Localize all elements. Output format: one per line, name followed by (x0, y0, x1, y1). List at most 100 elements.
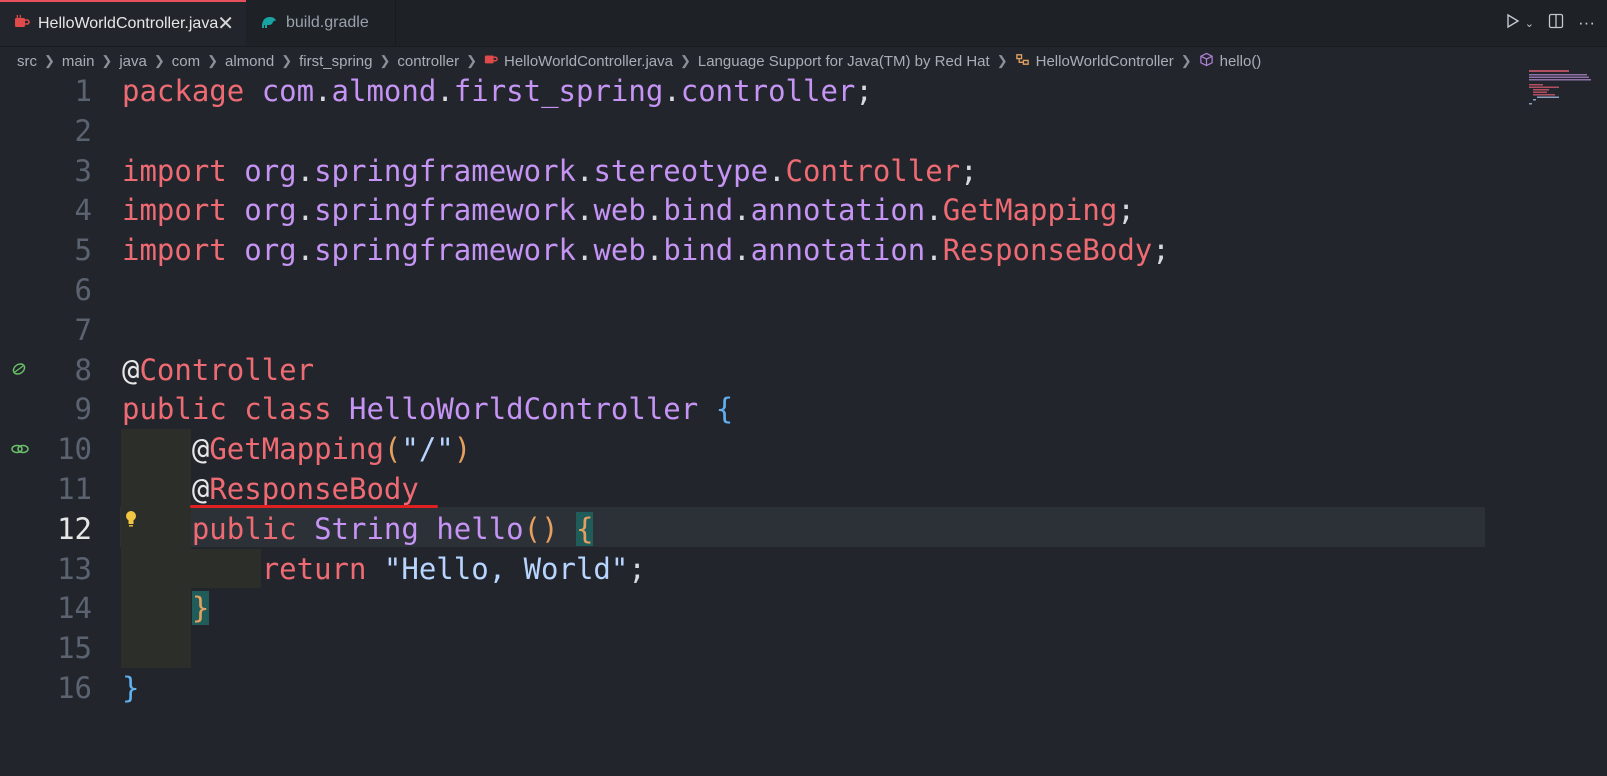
code-token: GetMapping (209, 432, 384, 467)
more-actions-icon[interactable]: ··· (1578, 13, 1595, 33)
chevron-right-icon: ❯ (379, 53, 391, 68)
code-token: public (191, 511, 297, 546)
code-token: stereotype (593, 153, 769, 188)
breadcrumb-item[interactable]: main (62, 53, 95, 70)
code-line[interactable]: 11 @ResponseBody (0, 469, 1520, 509)
breadcrumb-item[interactable]: controller (397, 53, 459, 70)
chevron-right-icon: ❯ (153, 53, 165, 68)
code-token: ; (628, 551, 646, 586)
tab-bar: HelloWorldController.java ✕ build.gradle… (0, 0, 1607, 47)
code-line[interactable]: 6 (0, 270, 1520, 310)
class-icon (1015, 52, 1030, 71)
code-token: @ (191, 472, 210, 506)
code-text: @ResponseBody (122, 469, 419, 509)
spring-bean-icon[interactable] (10, 360, 28, 378)
code-line[interactable]: 5 import org.springframework.web.bind.ann… (0, 230, 1520, 270)
tab-build-gradle[interactable]: build.gradle (246, 0, 396, 46)
code-line[interactable]: 2 (0, 111, 1520, 151)
breadcrumb-item[interactable]: HelloWorldController.java (504, 53, 673, 70)
minimap[interactable] (1529, 70, 1593, 110)
code-text: public String hello() { (122, 509, 594, 549)
close-icon[interactable]: ✕ (217, 14, 234, 34)
code-token: annotation (750, 233, 926, 268)
line-number: 7 (74, 312, 92, 347)
code-token: . (296, 153, 315, 188)
code-text: return "Hello, World"; (122, 549, 646, 589)
code-token: ) (453, 432, 472, 467)
code-token: import (122, 233, 227, 268)
code-token: () (523, 511, 559, 546)
line-number: 11 (57, 472, 92, 506)
code-token: . (925, 233, 943, 268)
code-line[interactable]: 4 import org.springframework.web.bind.ann… (0, 190, 1520, 230)
code-token: bind (663, 193, 734, 228)
code-text: } (122, 668, 139, 708)
code-token: import (122, 153, 227, 188)
breadcrumb-item[interactable]: HelloWorldController (1036, 53, 1174, 70)
chevron-right-icon: ❯ (679, 53, 691, 68)
tab-label: HelloWorldController.java (38, 15, 219, 32)
breadcrumb-item[interactable]: java (119, 53, 147, 70)
gradle-icon (260, 13, 278, 34)
code-line[interactable]: 3 import org.springframework.stereotype.C… (0, 151, 1520, 191)
breadcrumb-item[interactable]: com (172, 53, 200, 70)
code-token: springframework (314, 153, 576, 188)
code-token: annotation (750, 193, 926, 228)
code-token: @ (122, 352, 140, 387)
java-icon (484, 52, 498, 70)
code-line[interactable]: 15 (0, 628, 1520, 668)
code-line[interactable]: 14 } (0, 588, 1520, 628)
code-token: . (436, 74, 454, 108)
line-number: 14 (57, 591, 92, 626)
code-token: web (593, 193, 646, 228)
code-text: public class HelloWorldController { (122, 389, 733, 429)
code-line[interactable]: 8 @Controller (0, 350, 1520, 390)
tab-label: build.gradle (286, 14, 369, 31)
breadcrumb-item[interactable]: Language Support for Java(TM) by Red Hat (698, 53, 990, 70)
run-icon[interactable] (1505, 13, 1521, 34)
lightbulb-icon[interactable] (124, 510, 138, 533)
breadcrumb: src ❯ main ❯ java ❯ com ❯ almond ❯ first_spri… (17, 50, 1261, 72)
line-number: 1 (74, 74, 92, 108)
tab-hello-world-controller[interactable]: HelloWorldController.java ✕ (0, 0, 246, 46)
code-token: Controller (139, 352, 315, 387)
code-line[interactable]: 9 public class HelloWorldController { (0, 389, 1520, 429)
code-line[interactable]: 13 return "Hello, World"; (0, 549, 1520, 589)
code-token: } (122, 671, 140, 705)
line-number: 5 (74, 233, 92, 268)
code-line[interactable]: 10 @GetMapping("/") (0, 429, 1520, 469)
code-editor[interactable]: 1 package com.almond.first_spring.control… (0, 71, 1520, 776)
code-text: @GetMapping("/") (122, 429, 471, 469)
code-line[interactable]: 16} (0, 668, 1520, 708)
code-token: @ (191, 432, 210, 467)
breadcrumb-item[interactable]: almond (225, 53, 274, 70)
code-token: public (122, 392, 227, 427)
breadcrumb-item[interactable]: hello() (1220, 53, 1262, 70)
breadcrumb-item[interactable]: first_spring (299, 53, 372, 70)
code-token: ; (1117, 193, 1135, 228)
code-token: { (576, 511, 594, 546)
code-token: import (122, 193, 227, 228)
code-line[interactable]: 12 public String hello() { (0, 509, 1520, 549)
split-editor-icon[interactable] (1548, 13, 1564, 34)
code-line[interactable]: 1 package com.almond.first_spring.control… (0, 71, 1520, 111)
breadcrumb-item[interactable]: src (17, 53, 37, 70)
code-text: import org.springframework.web.bind.anno… (122, 230, 1170, 270)
mapping-link-icon[interactable] (10, 440, 29, 458)
code-token: . (296, 193, 315, 228)
chevron-right-icon: ❯ (996, 53, 1008, 68)
code-token: . (645, 233, 664, 268)
code-line[interactable]: 7 (0, 310, 1520, 350)
code-token: springframework (314, 193, 576, 228)
code-token: ; (1152, 233, 1170, 268)
chevron-down-icon[interactable]: ⌄ (1525, 17, 1534, 30)
